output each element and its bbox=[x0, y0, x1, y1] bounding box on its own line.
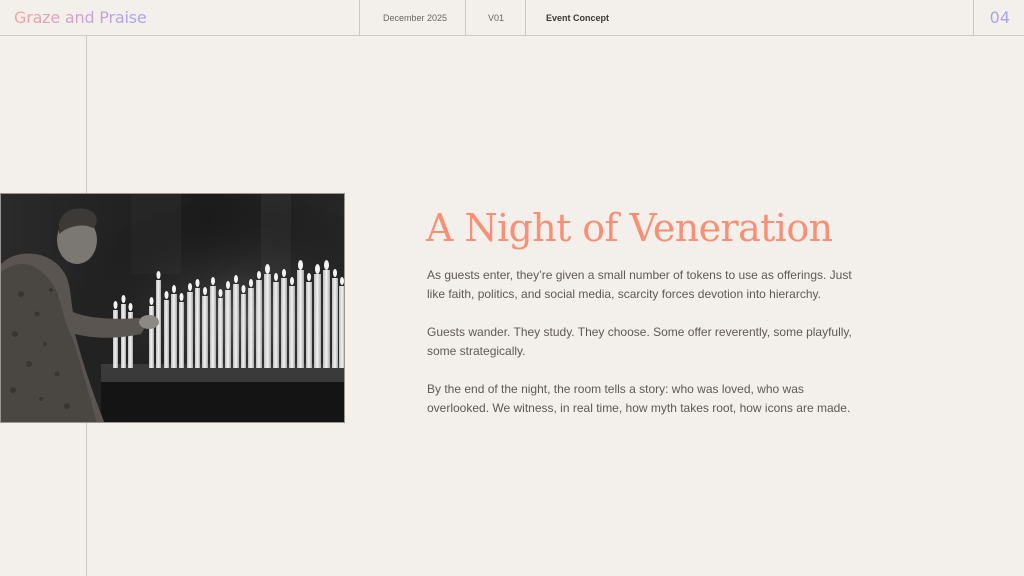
header-divider bbox=[465, 0, 466, 36]
header-divider bbox=[973, 0, 974, 36]
body-text: As guests enter, they’re given a small n… bbox=[427, 266, 867, 437]
header-version: V01 bbox=[488, 13, 505, 23]
header-bar: Graze and Praise December 2025 V01 Event… bbox=[0, 0, 1024, 36]
header-divider bbox=[525, 0, 526, 36]
header-section: Event Concept bbox=[546, 13, 610, 23]
header-divider bbox=[359, 0, 360, 36]
photo-illustration bbox=[1, 194, 344, 422]
paragraph: As guests enter, they’re given a small n… bbox=[427, 268, 852, 301]
paragraph: Guests wander. They study. They choose. … bbox=[427, 325, 852, 358]
brand-logo-text: Graze and Praise bbox=[14, 8, 147, 27]
header-date: December 2025 bbox=[383, 13, 448, 23]
page-number: 04 bbox=[989, 8, 1010, 27]
paragraph: By the end of the night, the room tells … bbox=[427, 382, 851, 415]
candle-offering-photo bbox=[0, 193, 345, 423]
slide-title: A Night of Veneration bbox=[426, 206, 833, 250]
